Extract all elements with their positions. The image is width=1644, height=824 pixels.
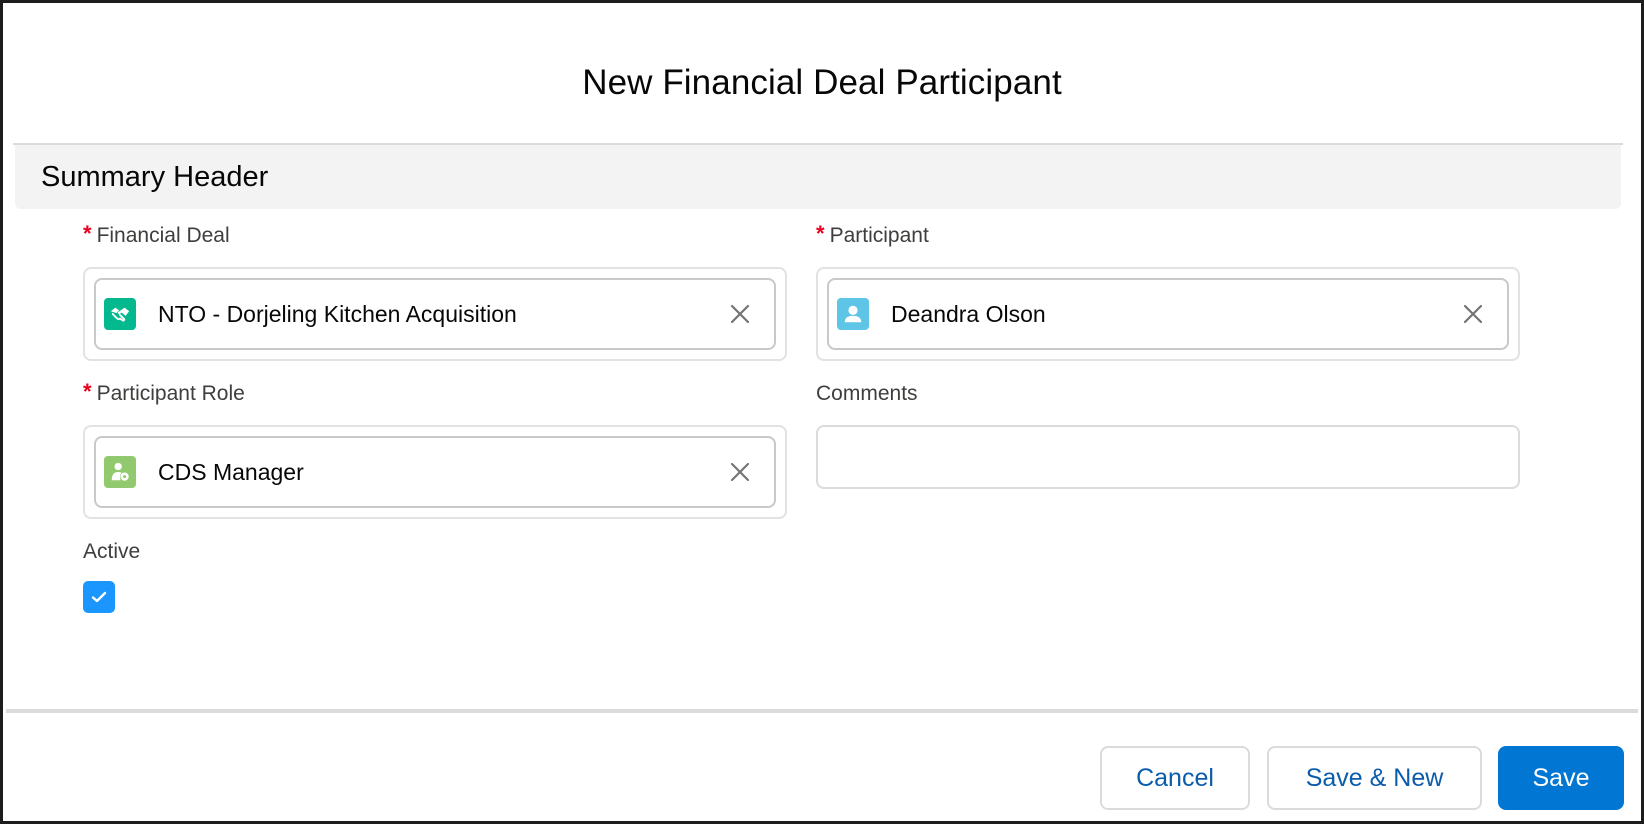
close-icon xyxy=(1463,304,1483,324)
required-marker: * xyxy=(83,379,92,404)
participant-field: * Participant Deandra Olson xyxy=(816,221,1520,361)
section-title: Summary Header xyxy=(41,161,269,193)
participant-value: Deandra Olson xyxy=(891,300,1046,327)
comments-input[interactable] xyxy=(816,425,1520,489)
financial-deal-lookup[interactable]: NTO - Dorjeling Kitchen Acquisition xyxy=(83,267,787,361)
user-role-icon xyxy=(104,456,136,488)
comments-field: Comments xyxy=(816,379,1520,489)
active-field: Active xyxy=(83,537,141,613)
participant-role-clear-button[interactable] xyxy=(720,452,760,492)
footer-divider xyxy=(6,709,1638,713)
participant-role-lookup[interactable]: CDS Manager xyxy=(83,425,787,519)
close-icon xyxy=(730,304,750,324)
participant-role-value: CDS Manager xyxy=(158,458,304,485)
participant-pill[interactable]: Deandra Olson xyxy=(827,278,1509,350)
financial-deal-field: * Financial Deal NTO - Dorjeling Kitchen… xyxy=(83,221,787,361)
participant-lookup[interactable]: Deandra Olson xyxy=(816,267,1520,361)
financial-deal-label: * Financial Deal xyxy=(83,221,230,251)
save-button[interactable]: Save xyxy=(1498,746,1624,810)
financial-deal-value: NTO - Dorjeling Kitchen Acquisition xyxy=(158,300,517,327)
financial-deal-label-text: Financial Deal xyxy=(96,224,230,247)
participant-role-label-text: Participant Role xyxy=(96,382,245,405)
save-and-new-button[interactable]: Save & New xyxy=(1267,746,1482,810)
participant-clear-button[interactable] xyxy=(1453,294,1493,334)
modal-dialog: New Financial Deal Participant Summary H… xyxy=(0,0,1644,824)
participant-role-pill[interactable]: CDS Manager xyxy=(94,436,776,508)
handshake-icon xyxy=(104,298,136,330)
modal-title: New Financial Deal Participant xyxy=(582,63,1062,102)
cancel-button[interactable]: Cancel xyxy=(1100,746,1250,810)
user-icon xyxy=(837,298,869,330)
participant-role-label: * Participant Role xyxy=(83,379,245,409)
financial-deal-pill[interactable]: NTO - Dorjeling Kitchen Acquisition xyxy=(94,278,776,350)
financial-deal-clear-button[interactable] xyxy=(720,294,760,334)
participant-label: * Participant xyxy=(816,221,929,251)
participant-role-field: * Participant Role CDS Manager xyxy=(83,379,787,519)
close-icon xyxy=(730,462,750,482)
active-checkbox[interactable] xyxy=(83,581,115,613)
section-header[interactable]: Summary Header xyxy=(15,145,1621,209)
required-marker: * xyxy=(83,221,92,246)
active-label: Active xyxy=(83,540,141,563)
required-marker: * xyxy=(816,221,825,246)
checkmark-icon xyxy=(91,591,107,603)
comments-label: Comments xyxy=(816,382,918,405)
participant-label-text: Participant xyxy=(829,224,929,247)
